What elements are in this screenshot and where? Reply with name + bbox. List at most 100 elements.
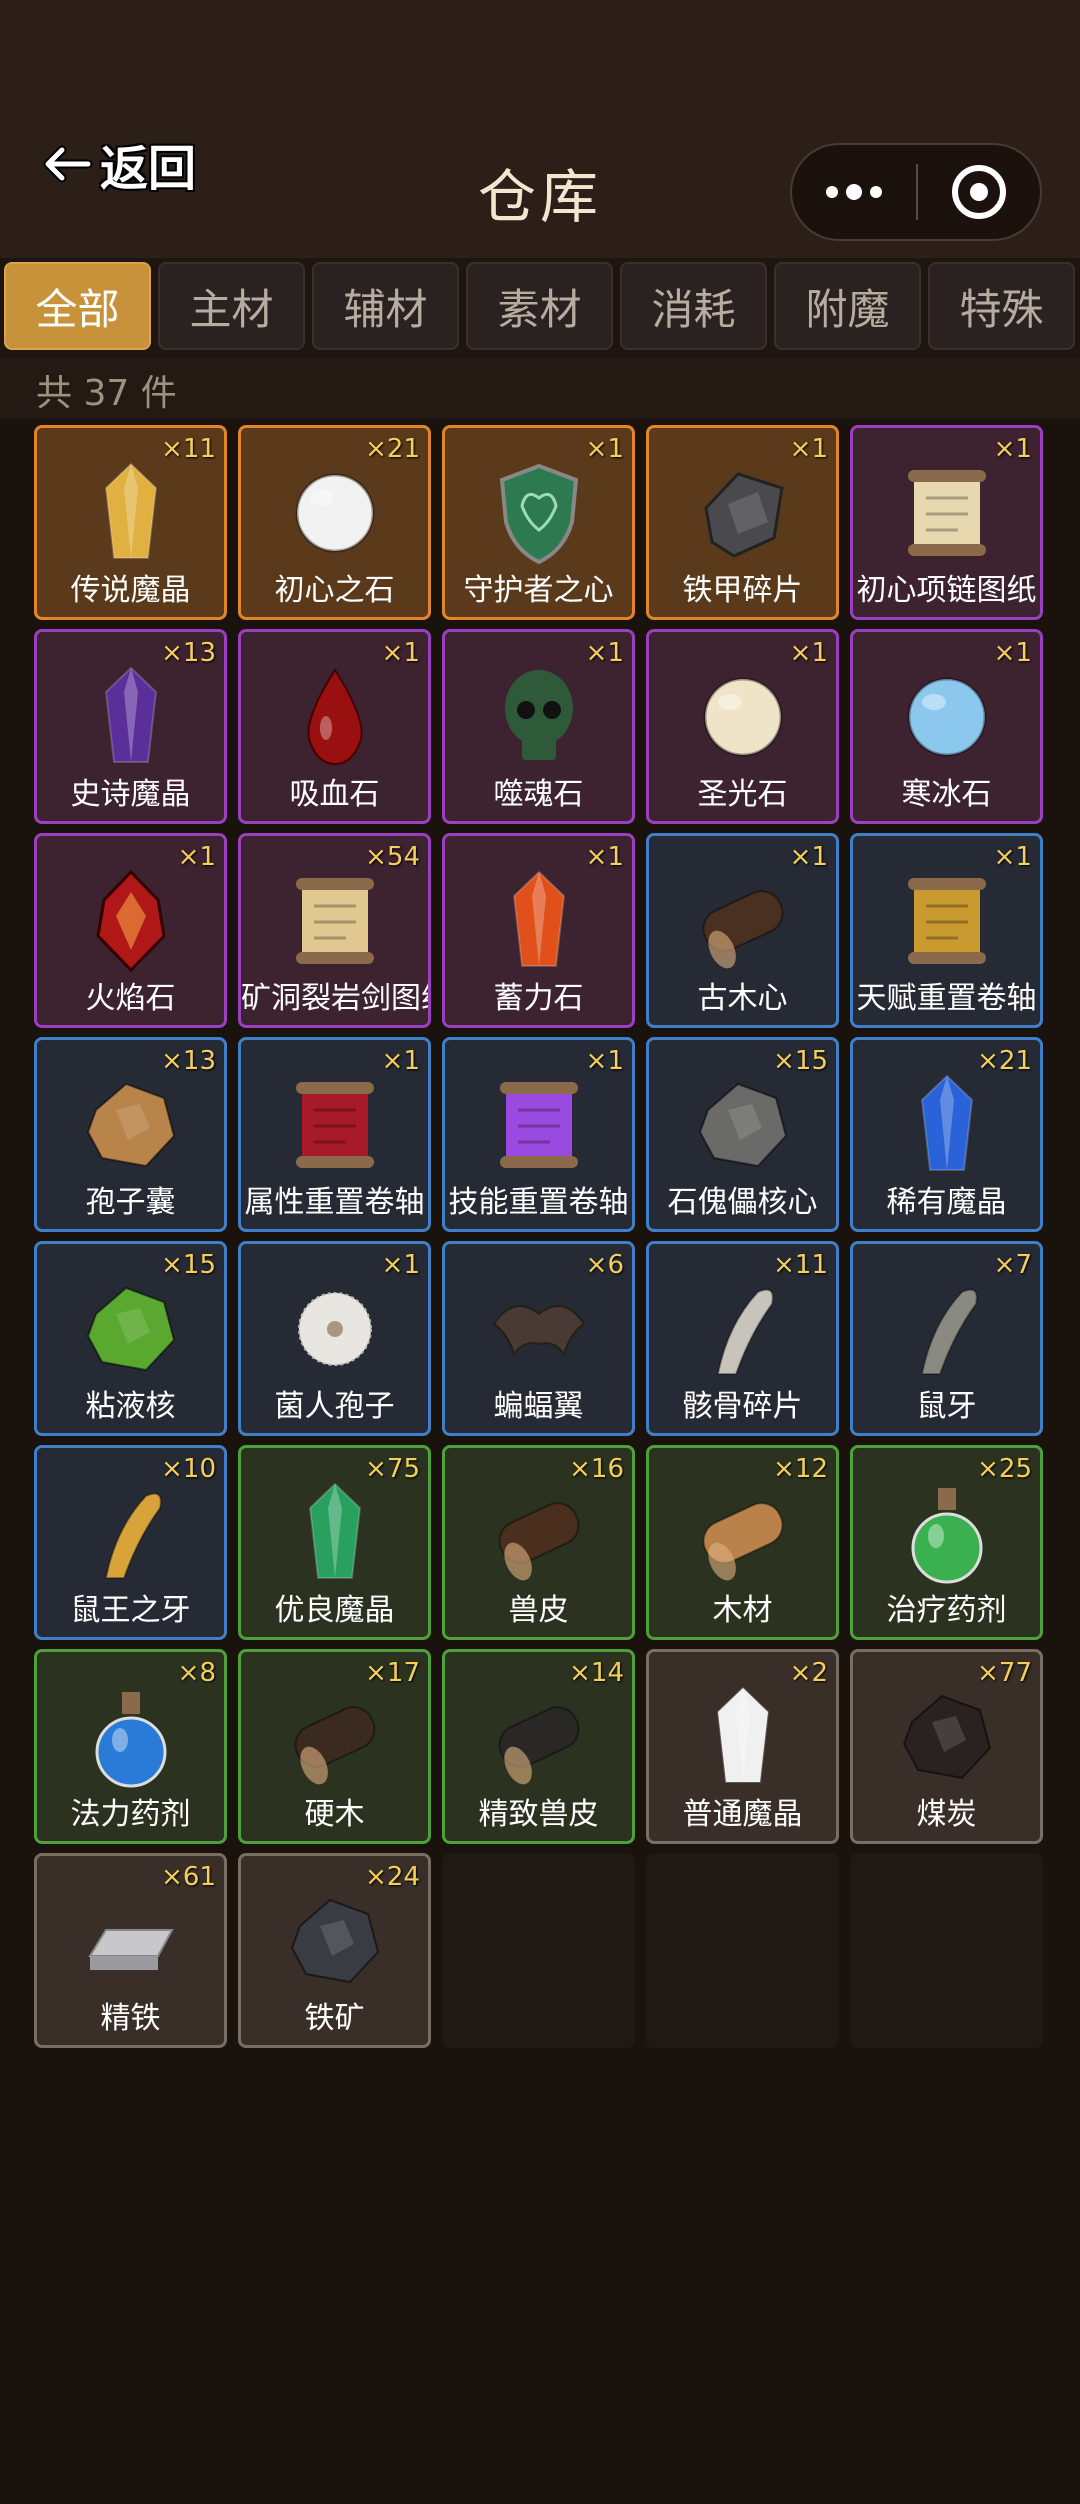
flame-crystal-icon (484, 866, 594, 976)
green-crystal-icon (280, 1478, 390, 1588)
inventory-item[interactable]: ×13 孢子囊 (34, 1037, 227, 1232)
tab-5[interactable]: 附魔 (774, 262, 921, 350)
inventory-item[interactable]: ×15 粘液核 (34, 1241, 227, 1436)
item-name: 蓄力石 (493, 981, 584, 1016)
green-potion-icon (892, 1478, 1002, 1588)
inventory-item[interactable]: ×1 吸血石 (238, 629, 431, 824)
item-name: 初心之石 (274, 573, 395, 608)
more-dot-icon (826, 186, 838, 198)
inventory-item[interactable]: ×1 初心项链图纸 (850, 425, 1043, 620)
spore-sac-icon (76, 1070, 186, 1180)
item-name: 天赋重置卷轴 (856, 981, 1037, 1016)
inventory-item[interactable]: ×1 铁甲碎片 (646, 425, 839, 620)
quartz-icon (688, 1682, 798, 1792)
inventory-item[interactable]: ×54 矿洞裂岩剑图纸 (238, 833, 431, 1028)
inventory-item[interactable]: ×1 火焰石 (34, 833, 227, 1028)
inventory-item[interactable]: ×1 属性重置卷轴 (238, 1037, 431, 1232)
inventory-item[interactable]: ×24 铁矿 (238, 1853, 431, 2048)
inventory-item[interactable]: ×14 精致兽皮 (442, 1649, 635, 1844)
item-name: 史诗魔晶 (70, 777, 191, 812)
item-name: 煤炭 (916, 1797, 977, 1832)
bone-fragment-icon (688, 1274, 798, 1384)
item-name: 传说魔晶 (70, 573, 191, 608)
red-scroll-icon (280, 1070, 390, 1180)
bat-wing-icon (484, 1274, 594, 1384)
necklace-scroll-icon (892, 458, 1002, 568)
holy-stone-icon (688, 662, 798, 772)
item-count: 共 37 件 (36, 373, 177, 414)
inventory-item[interactable]: ×15 石傀儡核心 (646, 1037, 839, 1232)
inventory-item[interactable]: ×10 鼠王之牙 (34, 1445, 227, 1640)
iron-ingot-icon (76, 1886, 186, 1996)
inventory-item[interactable]: ×61 精铁 (34, 1853, 227, 2048)
item-name: 法力药剂 (70, 1797, 191, 1832)
tab-6[interactable]: 特殊 (928, 262, 1075, 350)
item-name: 骸骨碎片 (682, 1389, 803, 1424)
inventory-item[interactable]: ×77 煤炭 (850, 1649, 1043, 1844)
more-button[interactable] (792, 145, 916, 239)
top-bar: 返回 仓库 (0, 0, 1080, 258)
item-name: 古木心 (697, 981, 788, 1016)
inventory-item[interactable]: ×11 骸骨碎片 (646, 1241, 839, 1436)
inventory-item[interactable]: ×11 传说魔晶 (34, 425, 227, 620)
item-name: 优良魔晶 (274, 1593, 395, 1628)
tab-2[interactable]: 辅材 (312, 262, 459, 350)
item-name: 兽皮 (508, 1593, 569, 1628)
wood-heart-icon (688, 866, 798, 976)
inventory-item[interactable]: ×21 初心之石 (238, 425, 431, 620)
inventory-item[interactable]: ×13 史诗魔晶 (34, 629, 227, 824)
mini-program-capsule (790, 143, 1042, 241)
item-name: 吸血石 (289, 777, 380, 812)
item-name: 木材 (712, 1593, 773, 1628)
close-button[interactable] (918, 145, 1040, 239)
inventory-item[interactable]: ×21 稀有魔晶 (850, 1037, 1043, 1232)
item-name: 守护者之心 (463, 573, 614, 608)
inventory-item[interactable]: ×25 治疗药剂 (850, 1445, 1043, 1640)
item-name: 治疗药剂 (886, 1593, 1007, 1628)
tab-0[interactable]: 全部 (4, 262, 151, 350)
count-bar: 共 37 件 (0, 358, 1080, 418)
inventory-item[interactable]: ×2 普通魔晶 (646, 1649, 839, 1844)
inventory-item[interactable]: ×17 硬木 (238, 1649, 431, 1844)
inventory-item[interactable]: ×1 古木心 (646, 833, 839, 1028)
dandelion-icon (280, 1274, 390, 1384)
inventory-item[interactable]: ×8 法力药剂 (34, 1649, 227, 1844)
inventory-item[interactable]: ×1 圣光石 (646, 629, 839, 824)
log-icon (688, 1478, 798, 1588)
blood-drop-icon (280, 662, 390, 772)
item-name: 菌人孢子 (274, 1389, 395, 1424)
inventory-item[interactable]: ×1 天赋重置卷轴 (850, 833, 1043, 1028)
empty-slot (850, 1853, 1043, 2048)
inventory-item[interactable]: ×1 噬魂石 (442, 629, 635, 824)
golden-fang-icon (76, 1478, 186, 1588)
inventory-item[interactable]: ×1 寒冰石 (850, 629, 1043, 824)
category-tabs: 全部 主材 辅材 素材 消耗 附魔 特殊 (0, 258, 1080, 358)
fine-hide-icon (484, 1682, 594, 1792)
inventory-item[interactable]: ×6 蝙蝠翼 (442, 1241, 635, 1436)
tab-4[interactable]: 消耗 (620, 262, 767, 350)
sword-scroll-icon (280, 866, 390, 976)
purple-scroll-icon (484, 1070, 594, 1180)
inventory-item[interactable]: ×12 木材 (646, 1445, 839, 1640)
tab-1[interactable]: 主材 (158, 262, 305, 350)
inventory-item[interactable]: ×1 菌人孢子 (238, 1241, 431, 1436)
item-name: 普通魔晶 (682, 1797, 803, 1832)
golden-scroll-icon (892, 866, 1002, 976)
inventory-item[interactable]: ×1 蓄力石 (442, 833, 635, 1028)
gold-crystal-icon (76, 458, 186, 568)
inventory-item[interactable]: ×1 技能重置卷轴 (442, 1037, 635, 1232)
item-name: 圣光石 (697, 777, 788, 812)
tab-3[interactable]: 素材 (466, 262, 613, 350)
inventory-item[interactable]: ×7 鼠牙 (850, 1241, 1043, 1436)
inventory-item[interactable]: ×1 守护者之心 (442, 425, 635, 620)
slime-core-icon (76, 1274, 186, 1384)
coal-icon (892, 1682, 1002, 1792)
item-name: 火焰石 (85, 981, 176, 1016)
item-name: 矿洞裂岩剑图纸 (241, 981, 431, 1016)
iron-armor-icon (688, 458, 798, 568)
inventory-item[interactable]: ×75 优良魔晶 (238, 1445, 431, 1640)
fire-gem-icon (76, 866, 186, 976)
item-name: 孢子囊 (85, 1185, 176, 1220)
inventory-item[interactable]: ×16 兽皮 (442, 1445, 635, 1640)
stone-core-icon (688, 1070, 798, 1180)
